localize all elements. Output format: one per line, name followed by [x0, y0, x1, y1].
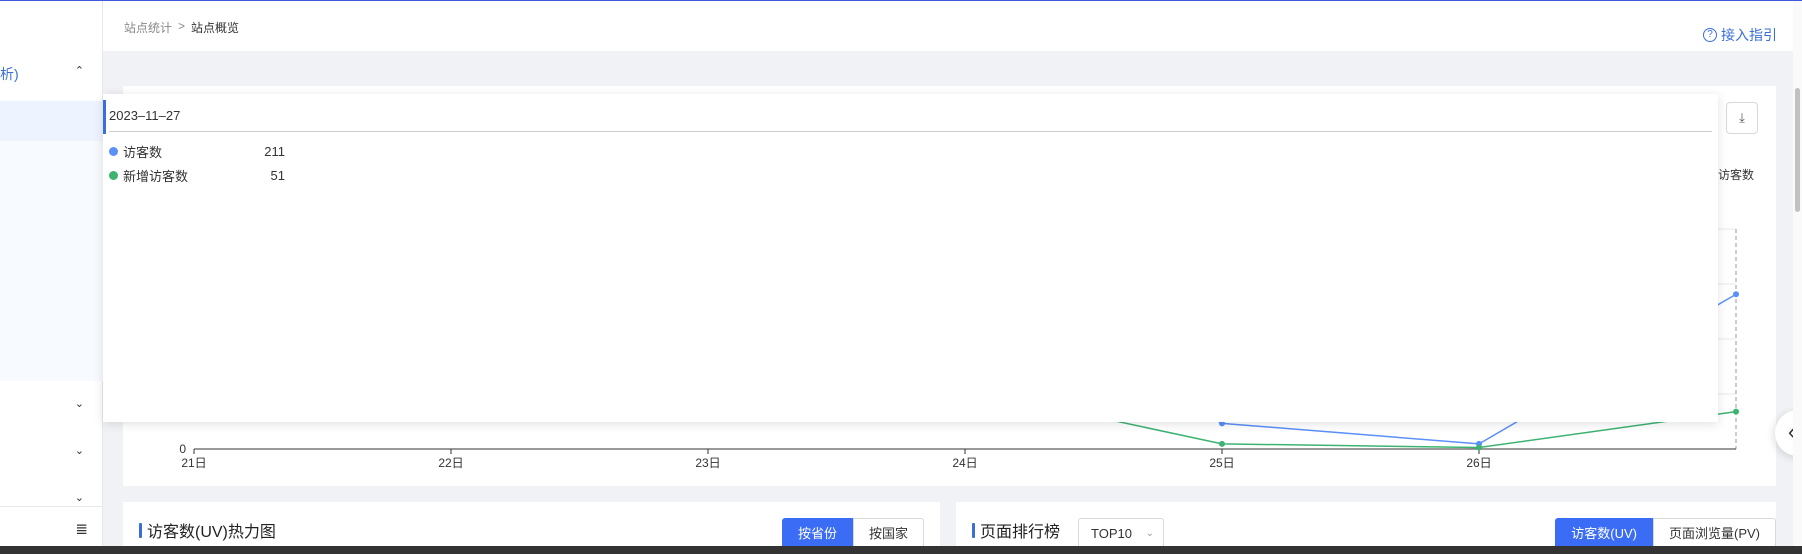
x-tick-label: 26日 [1466, 456, 1491, 470]
x-tick-label: 25日 [1209, 456, 1234, 470]
legend-item-visitors[interactable]: 访客数 [1718, 166, 1754, 183]
tooltip-row-visitors: 访客数 211 [109, 142, 285, 161]
footer-bar [0, 546, 1802, 554]
scrollbar[interactable] [1793, 1, 1802, 546]
x-tick-label: 22日 [438, 456, 463, 470]
tooltip-date: 2023–11–27 [109, 108, 181, 123]
chevron-down-icon: ⌄ [1145, 528, 1154, 539]
tooltip-row-new-visitors: 新增访客数 51 [109, 166, 285, 185]
title-accent [972, 522, 975, 538]
x-tick-label: 23日 [695, 456, 720, 470]
data-point [1219, 440, 1225, 447]
y-tick-label: 0 [179, 442, 186, 456]
scrollbar-thumb[interactable] [1795, 88, 1800, 212]
tooltip-label: 新增访客数 [123, 169, 189, 184]
title-accent [139, 522, 142, 538]
uv-heatmap-card: 访客数(UV)热力图 按省份 按国家 [123, 502, 940, 550]
data-point [1733, 291, 1739, 298]
tooltip-divider [109, 131, 1712, 132]
ranking-title: 页面排行榜 [980, 524, 1061, 541]
chart-tooltip: 2023–11–27 访客数 211 新增访客数 51 [103, 94, 1718, 422]
data-point [1476, 444, 1482, 451]
page-ranking-card: 页面排行榜 TOP10 ⌄ 访客数(UV) 页面浏览量(PV) [956, 502, 1776, 550]
heatmap-title: 访客数(UV)热力图 [147, 524, 276, 541]
tooltip-label: 访客数 [123, 145, 163, 160]
download-icon[interactable]: ⤓ [1726, 102, 1758, 134]
data-point [1733, 408, 1739, 415]
series-dot-icon [109, 171, 118, 180]
tooltip-value: 211 [264, 144, 285, 159]
card-title: 页面排行榜 [972, 518, 1060, 542]
x-tick-label: 21日 [181, 456, 206, 470]
tooltip-value: 51 [270, 168, 285, 183]
series-dot-icon [109, 147, 118, 156]
tooltip-accent [103, 100, 106, 134]
x-tick-label: 24日 [952, 456, 977, 470]
select-value: TOP10 [1091, 526, 1132, 541]
card-title: 访客数(UV)热力图 [139, 518, 276, 542]
